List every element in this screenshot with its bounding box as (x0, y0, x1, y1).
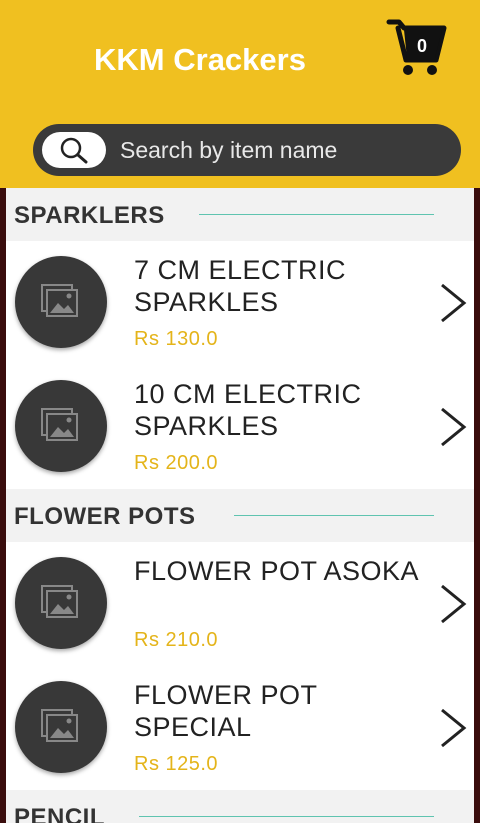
product-price: Rs 210.0 (134, 629, 219, 651)
chevron-right-icon[interactable] (438, 281, 470, 325)
product-price: Rs 200.0 (134, 452, 219, 474)
image-icon (41, 585, 78, 618)
product-name: FLOWER POT SPECIAL (134, 680, 318, 742)
list-item[interactable]: 7 CM ELECTRIC SPARKLES Rs 130.0 (6, 241, 474, 365)
product-list[interactable]: SPARKLERS 7 CM ELECTRIC SPARKLES Rs 130.… (6, 188, 474, 823)
chevron-right-icon[interactable] (438, 582, 470, 626)
product-image-placeholder (15, 557, 107, 649)
category-title: PENCIL (14, 804, 106, 823)
product-price: Rs 130.0 (134, 328, 219, 350)
category-divider (234, 515, 434, 516)
chevron-right-icon[interactable] (438, 405, 470, 449)
product-price: Rs 125.0 (134, 753, 219, 775)
product-name: FLOWER POT ASOKA (134, 556, 420, 586)
product-name: 7 CM ELECTRIC SPARKLES (134, 255, 347, 317)
category-header-pencil: PENCIL (6, 790, 474, 823)
image-icon (41, 284, 78, 317)
list-item[interactable]: FLOWER POT SPECIAL Rs 125.0 (6, 666, 474, 790)
product-image-placeholder (15, 256, 107, 348)
product-name: 10 CM ELECTRIC SPARKLES (134, 379, 362, 441)
search-input[interactable]: Search by item name (120, 137, 337, 164)
category-title: SPARKLERS (14, 202, 165, 229)
category-title: FLOWER POTS (14, 503, 196, 530)
list-item[interactable]: 10 CM ELECTRIC SPARKLES Rs 200.0 (6, 365, 474, 489)
app-header: KKM Crackers 0 Search by item name (0, 0, 480, 188)
cart-button[interactable]: 0 (386, 16, 448, 78)
app-title: KKM Crackers (94, 42, 306, 77)
category-header-flower-pots: FLOWER POTS (6, 489, 474, 542)
search-bar[interactable]: Search by item name (33, 124, 461, 176)
product-image-placeholder (15, 681, 107, 773)
search-icon (60, 137, 88, 164)
category-header-sparklers: SPARKLERS (6, 188, 474, 241)
search-icon-button[interactable] (42, 132, 106, 168)
list-item[interactable]: FLOWER POT ASOKA Rs 210.0 (6, 542, 474, 666)
image-icon (41, 408, 78, 441)
cart-count-badge: 0 (416, 36, 427, 56)
image-icon (41, 709, 78, 742)
category-divider (199, 214, 434, 215)
chevron-right-icon[interactable] (438, 706, 470, 750)
product-image-placeholder (15, 380, 107, 472)
category-divider (139, 816, 434, 817)
